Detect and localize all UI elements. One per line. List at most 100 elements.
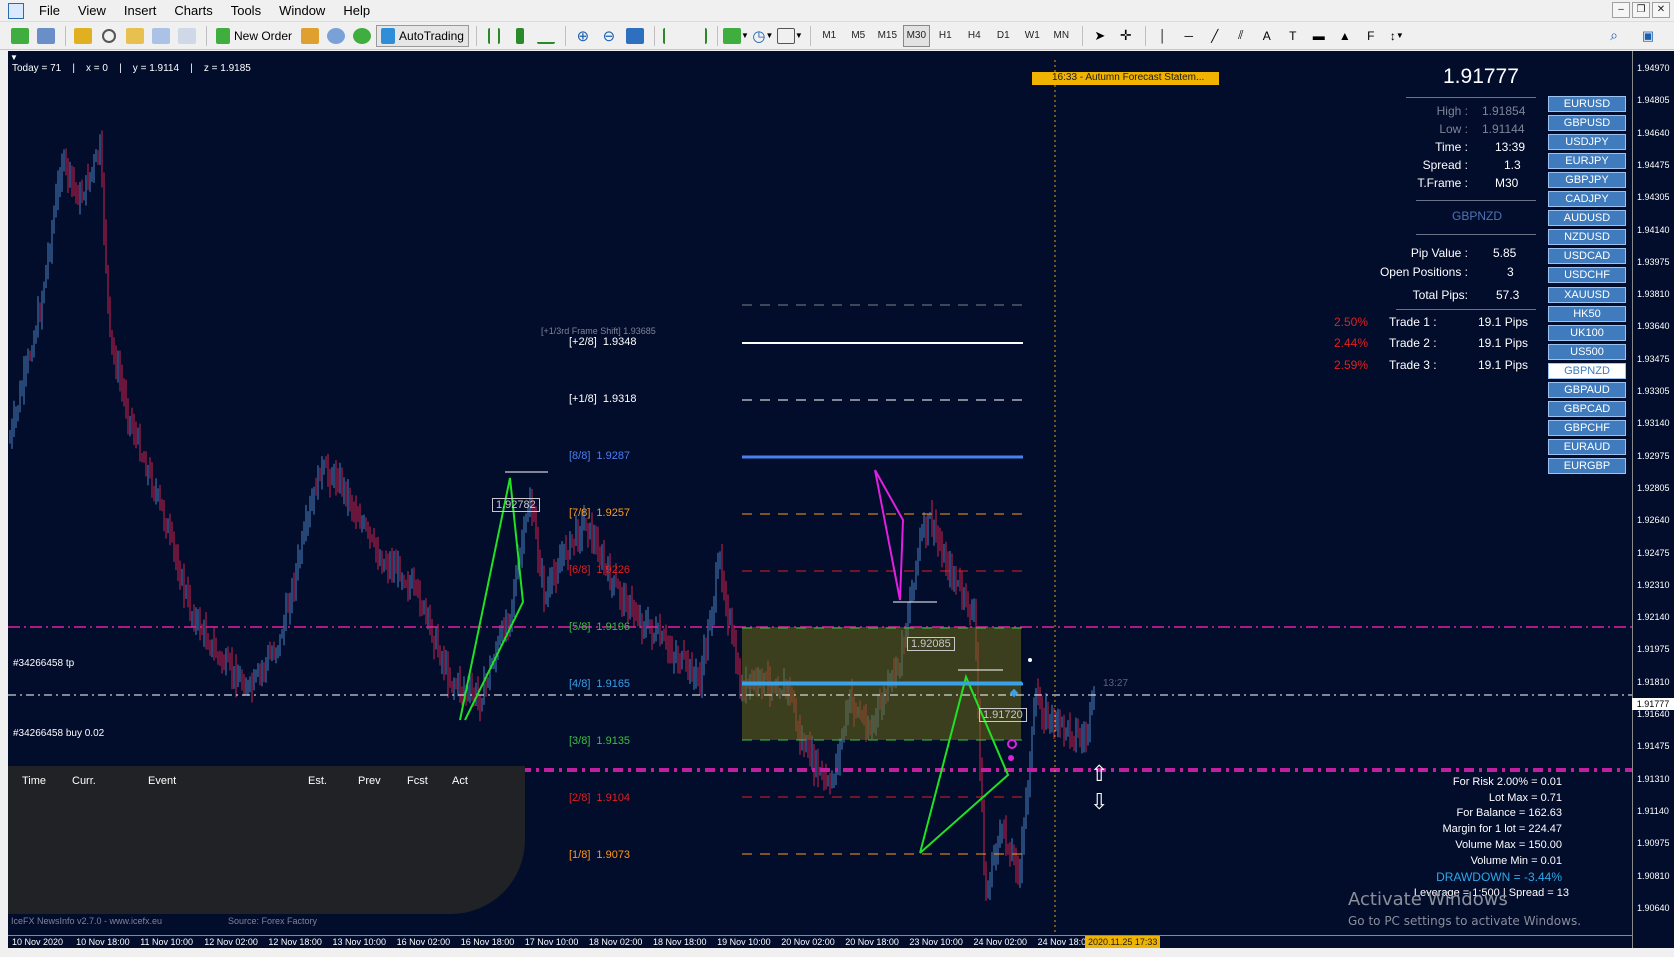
symbol-button-gbpaud[interactable]: GBPAUD — [1548, 381, 1626, 398]
zoom-out-button[interactable]: ⊖ — [597, 25, 621, 47]
equidistant-channel-button[interactable]: ⫽ — [1229, 25, 1253, 47]
price-axis[interactable]: 1.94970 1.94805 1.94640 1.94475 1.94305 1.941… — [1632, 51, 1674, 948]
text-tool-button[interactable]: A — [1255, 25, 1279, 47]
order-buy-label[interactable]: #34266458 buy 0.02 — [13, 728, 104, 739]
news-banner[interactable]: 16:33 - Autumn Forecast Statem... — [1032, 72, 1219, 85]
metaeditor-button[interactable] — [298, 25, 322, 47]
risk-line: For Risk 2.00% = 0.01 — [1452, 776, 1562, 788]
menu-charts[interactable]: Charts — [165, 3, 221, 18]
minimize-icon[interactable]: – — [1612, 2, 1630, 18]
symbol-button-usdcad[interactable]: USDCAD — [1548, 248, 1626, 265]
news-info-panel[interactable]: Time Curr. Event Est. Prev Fcst Act — [8, 766, 525, 914]
strategy-tester-button[interactable] — [175, 25, 199, 47]
timeframe-h4[interactable]: H4 — [961, 25, 988, 47]
autotrading-button[interactable]: AutoTrading — [376, 24, 469, 47]
news-footer-version[interactable]: IceFX NewsInfo v2.7.0 - www.icefx.eu — [11, 916, 162, 926]
symbol-button-eurjpy[interactable]: EURJPY — [1548, 153, 1626, 170]
bar-chart-button[interactable] — [482, 25, 506, 47]
order-tp-label[interactable]: #34266458 tp — [13, 658, 74, 669]
timeframe-h1[interactable]: H1 — [932, 25, 959, 47]
terminal-button[interactable] — [149, 25, 173, 47]
arrows-tool-button[interactable]: ↕ ▼ — [1385, 25, 1409, 47]
menu-insert[interactable]: Insert — [115, 3, 166, 18]
symbol-button-hk50[interactable]: HK50 — [1548, 305, 1626, 322]
menu-file[interactable]: File — [30, 3, 69, 18]
price-axis-tick: 1.92805 — [1637, 482, 1670, 493]
signals-button[interactable] — [324, 25, 348, 47]
time-axis-tick: 11 Nov 10:00 — [140, 937, 194, 947]
tile-windows-button[interactable] — [623, 25, 647, 47]
horizontal-line-button[interactable]: ─ — [1177, 25, 1201, 47]
timeframe-w1[interactable]: W1 — [1019, 25, 1046, 47]
symbol-button-usdchf[interactable]: USDCHF — [1548, 267, 1626, 284]
cursor-tool-button[interactable]: ➤ — [1088, 25, 1112, 47]
line-chart-button[interactable] — [534, 25, 558, 47]
search-button[interactable]: ⌕ — [1602, 25, 1626, 47]
activate-windows-title: Activate Windows — [1348, 889, 1508, 910]
symbol-button-xauusd[interactable]: XAUUSD — [1548, 286, 1626, 303]
autoscroll-button[interactable] — [686, 25, 710, 47]
symbol-button-gbpjpy[interactable]: GBPJPY — [1548, 172, 1626, 189]
symbol-button-euraud[interactable]: EURAUD — [1548, 438, 1626, 455]
tframe-label: T.Frame : — [1417, 176, 1468, 190]
symbol-button-cadjpy[interactable]: CADJPY — [1548, 191, 1626, 208]
data-window-button[interactable] — [97, 25, 121, 47]
symbol-button-eurgbp[interactable]: EURGBP — [1548, 457, 1626, 474]
symbol-button-us500[interactable]: US500 — [1548, 343, 1626, 360]
indicators-button[interactable]: ▼ — [722, 25, 749, 47]
chart-shift-button[interactable] — [660, 25, 684, 47]
timeframe-d1[interactable]: D1 — [990, 25, 1017, 47]
symbol-button-gbpusd[interactable]: GBPUSD — [1548, 115, 1626, 132]
triangle-tool-button[interactable]: ▲ — [1333, 25, 1357, 47]
periods-button[interactable]: ◷ ▼ — [751, 25, 775, 47]
symbol-button-gbpnzd[interactable]: GBPNZD — [1548, 362, 1626, 379]
zoom-in-button[interactable]: ⊕ — [571, 25, 595, 47]
arrow-down-icon[interactable]: ⇩ — [1090, 789, 1108, 815]
timeframe-m1[interactable]: M1 — [816, 25, 843, 47]
symbol-button-uk100[interactable]: UK100 — [1548, 324, 1626, 341]
activate-windows-subtitle: Go to PC settings to activate Windows. — [1348, 914, 1582, 928]
symbol-button-eurusd[interactable]: EURUSD — [1548, 96, 1626, 112]
crosshair-tool-button[interactable]: ✛ — [1114, 25, 1138, 47]
trade-1-pips: 19.1 Pips — [1478, 315, 1529, 329]
price-tag: 1.91720 — [979, 708, 1027, 722]
templates-button[interactable]: ▼ — [776, 25, 803, 47]
murrey-level-name: [1/8] — [569, 849, 591, 861]
symbol-button-usdjpy[interactable]: USDJPY — [1548, 134, 1626, 151]
symbol-button-gbpcad[interactable]: GBPCAD — [1548, 400, 1626, 417]
symbol-button-nzdusd[interactable]: NZDUSD — [1548, 229, 1626, 246]
vps-button[interactable] — [350, 25, 374, 47]
news-footer-source: Source: Forex Factory — [228, 916, 318, 926]
news-col-time: Time — [22, 775, 47, 787]
chat-button[interactable]: ▣ — [1636, 25, 1660, 47]
vertical-line-button[interactable]: │ — [1151, 25, 1175, 47]
text-label-button[interactable]: T — [1281, 25, 1305, 47]
candlestick-button[interactable] — [508, 25, 532, 47]
navigator-button[interactable] — [123, 25, 147, 47]
timeframe-m5[interactable]: M5 — [845, 25, 872, 47]
menu-tools[interactable]: Tools — [222, 3, 270, 18]
timeframe-m30[interactable]: M30 — [902, 24, 930, 47]
timeframe-m15[interactable]: M15 — [874, 25, 901, 47]
menu-window[interactable]: Window — [270, 3, 334, 18]
menu-help[interactable]: Help — [334, 3, 379, 18]
price-axis-tick: 1.91475 — [1637, 741, 1670, 752]
new-chart-button[interactable] — [8, 25, 32, 47]
menu-view[interactable]: View — [69, 3, 115, 18]
chart-menu-arrow-icon[interactable]: ▼ — [10, 53, 18, 62]
profiles-button[interactable] — [34, 25, 58, 47]
timeframe-mn[interactable]: MN — [1048, 25, 1075, 47]
symbol-button-audusd[interactable]: AUDUSD — [1548, 210, 1626, 227]
spread-label: Spread : — [1422, 158, 1468, 172]
symbol-button-gbpchf[interactable]: GBPCHF — [1548, 419, 1626, 436]
fibo-tool-button[interactable]: F — [1359, 25, 1383, 47]
trade-1-percent: 2.50% — [1334, 315, 1369, 329]
close-icon[interactable]: ✕ — [1652, 2, 1670, 18]
rectangle-tool-button[interactable]: ▬ — [1307, 25, 1331, 47]
new-order-button[interactable]: New Order — [212, 25, 296, 47]
trendline-button[interactable]: ╱ — [1203, 25, 1227, 47]
arrow-up-icon[interactable]: ⇧ — [1090, 761, 1108, 787]
time-axis-tick: 24 Nov 02:00 — [973, 937, 1028, 947]
market-watch-button[interactable] — [71, 25, 95, 47]
restore-icon[interactable]: ❐ — [1632, 2, 1650, 18]
